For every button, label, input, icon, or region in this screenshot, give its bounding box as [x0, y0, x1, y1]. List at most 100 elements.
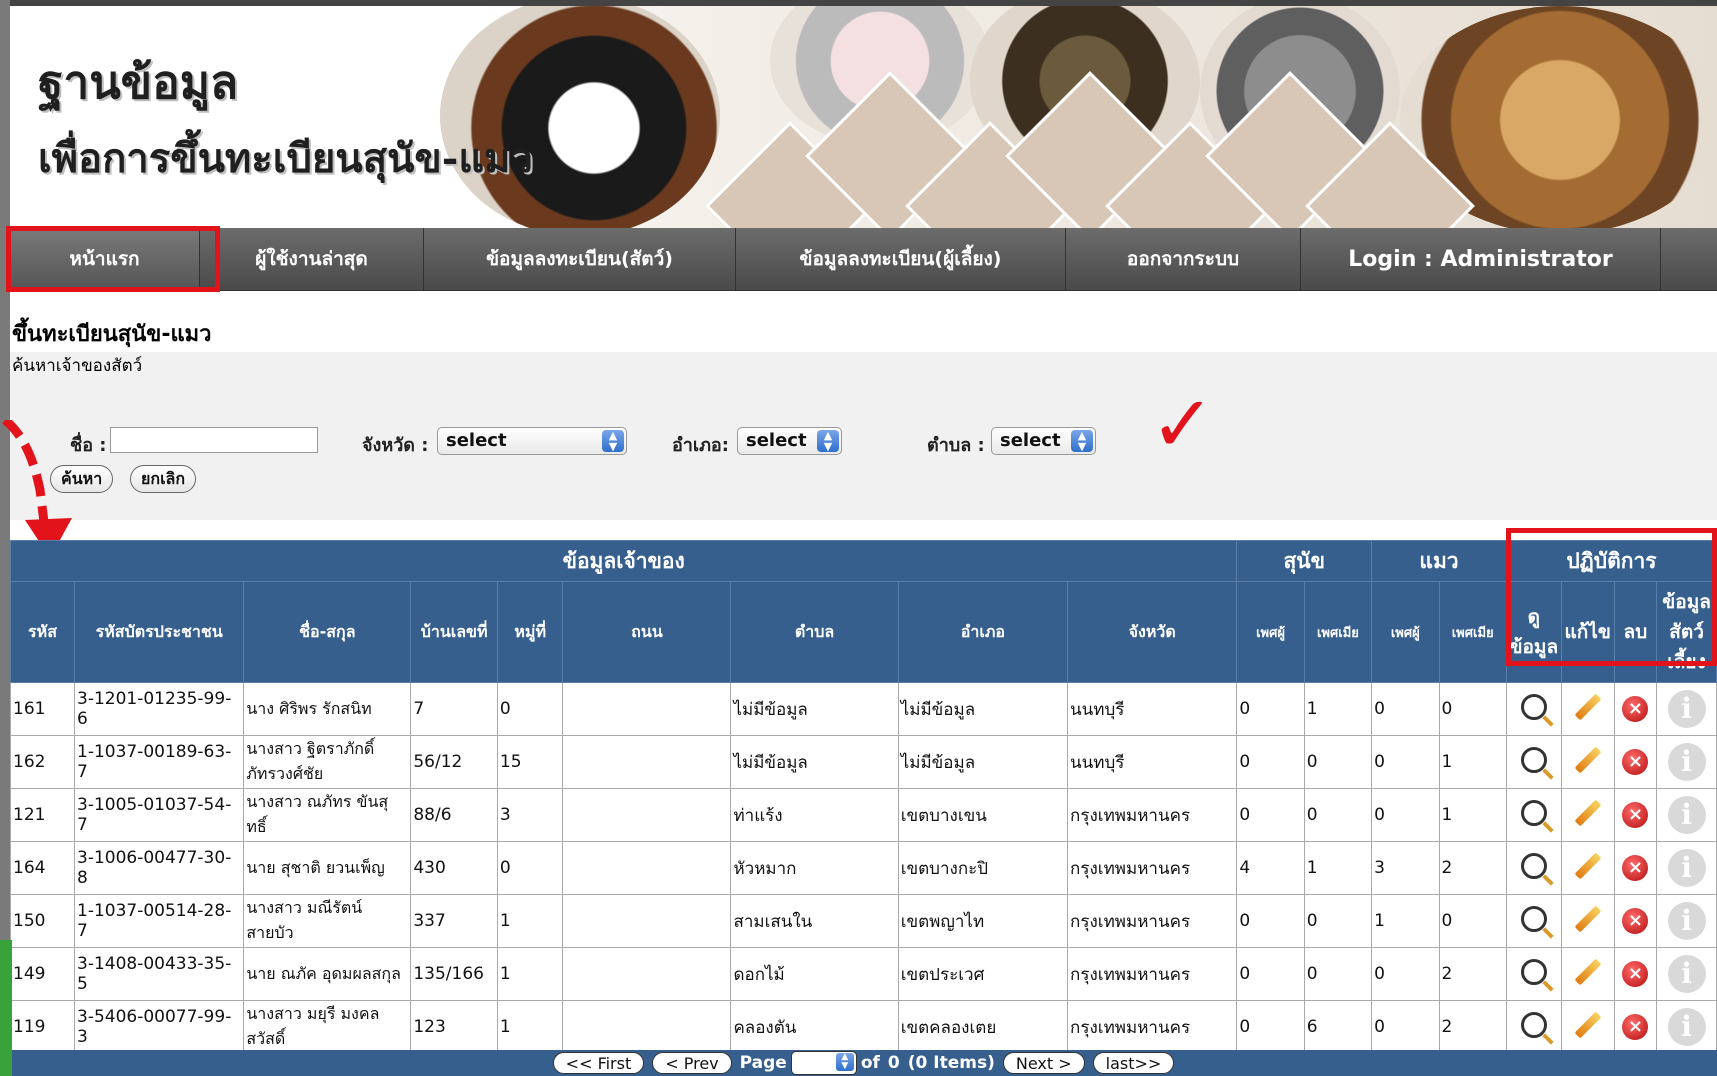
view-button[interactable]: [1505, 947, 1562, 1001]
cell-dog-female: 0: [1303, 735, 1373, 789]
province-select-value: select: [446, 430, 507, 451]
pager-total-pages: 0: [887, 1053, 900, 1073]
subdistrict-select[interactable]: select ▲ ▼: [991, 427, 1096, 455]
table-row: 164 3-1006-00477-30-8 นาย สุชาติ ยวนเพ็ญ 43…: [10, 841, 1717, 895]
magnifier-icon: [1520, 746, 1547, 773]
name-input[interactable]: [110, 427, 318, 453]
cell-province: กรุงเทพมหานคร: [1067, 947, 1238, 1001]
cell-name: นาง ศิริพร รักสนิท: [243, 682, 412, 736]
cell-cat-male: 0: [1371, 788, 1440, 842]
pager-first-button[interactable]: << First: [552, 1052, 645, 1074]
cell-id: 164: [10, 841, 75, 895]
pet-info-button[interactable]: i: [1656, 788, 1717, 842]
cell-moo: 1: [496, 947, 564, 1001]
edit-button[interactable]: [1560, 788, 1615, 842]
cell-district: เขตบางเขน: [897, 788, 1069, 842]
info-icon: i: [1667, 1008, 1706, 1046]
cell-moo: 0: [496, 682, 564, 736]
cell-subdistrict: ท่าแร้ง: [730, 788, 899, 842]
dog-photo: [440, 6, 720, 228]
select-arrows-icon: ▲ ▼: [835, 1053, 854, 1071]
cell-cat-male: 0: [1371, 735, 1440, 789]
subdistrict-select-value: select: [1000, 430, 1061, 451]
view-button[interactable]: [1505, 735, 1562, 789]
pager-page-label: Page: [739, 1053, 787, 1073]
view-button[interactable]: [1505, 894, 1562, 948]
pencil-icon: [1574, 799, 1602, 826]
cell-id: 161: [10, 682, 75, 736]
cell-district: ไม่มีข้อมูล: [897, 682, 1069, 736]
cell-road: [562, 947, 732, 1001]
pencil-icon: [1574, 746, 1602, 773]
delete-icon: ×: [1622, 1014, 1649, 1040]
magnifier-icon: [1520, 905, 1547, 932]
col-name: ชื่อ-สกุล: [243, 581, 412, 683]
nav-logout[interactable]: ออกจากระบบ: [1066, 228, 1301, 290]
delete-button[interactable]: ×: [1613, 841, 1658, 895]
cell-province: กรุงเทพมหานคร: [1067, 1000, 1238, 1054]
view-button[interactable]: [1505, 682, 1562, 736]
table-row: 121 3-1005-01037-54-7 นางสาว ณภัทร ขันสุทธ…: [10, 788, 1717, 842]
cell-dog-male: 0: [1236, 788, 1305, 842]
delete-icon: ×: [1622, 961, 1649, 987]
col-district: อำเภอ: [897, 581, 1069, 683]
owner-info-group-header: ข้อมูลเจ้าของ: [9, 540, 1238, 582]
view-button[interactable]: [1505, 841, 1562, 895]
pet-info-button[interactable]: i: [1656, 947, 1717, 1001]
cell-name: นาย ณภัค อุดมผลสกุล: [243, 947, 412, 1001]
select-arrows-icon: ▲ ▼: [1071, 430, 1093, 452]
cell-citizen-id: 3-1408-00433-35-5: [73, 947, 245, 1001]
pet-info-button[interactable]: i: [1656, 682, 1717, 736]
delete-button[interactable]: ×: [1613, 947, 1658, 1001]
cell-cat-female: 0: [1438, 894, 1507, 948]
pet-info-button[interactable]: i: [1656, 1000, 1717, 1054]
cell-dog-female: 6: [1303, 1000, 1373, 1054]
cell-id: 162: [10, 735, 75, 789]
pet-info-button[interactable]: i: [1656, 894, 1717, 948]
nav-owner-registration[interactable]: ข้อมูลลงทะเบียน(ผู้เลี้ยง): [736, 228, 1066, 290]
edit-button[interactable]: [1560, 947, 1615, 1001]
cell-house-no: 337: [410, 894, 498, 948]
delete-button[interactable]: ×: [1613, 1000, 1658, 1054]
cancel-button[interactable]: ยกเลิก: [130, 465, 197, 493]
district-select[interactable]: select ▲ ▼: [737, 427, 842, 455]
edit-button[interactable]: [1560, 1000, 1615, 1054]
pet-info-button[interactable]: i: [1656, 735, 1717, 789]
pager-last-button[interactable]: last>>: [1092, 1052, 1175, 1074]
delete-button[interactable]: ×: [1613, 735, 1658, 789]
edit-button[interactable]: [1560, 841, 1615, 895]
delete-button[interactable]: ×: [1613, 788, 1658, 842]
cell-cat-female: 2: [1438, 947, 1507, 1001]
col-dog-female: เพศเมีย: [1303, 581, 1373, 683]
pencil-icon: [1574, 905, 1602, 932]
province-select[interactable]: select ▲ ▼: [437, 427, 627, 455]
cell-dog-female: 0: [1303, 788, 1373, 842]
site-title-line2: เพื่อการขึ้นทะเบียนสุนัข-แมว: [38, 135, 533, 182]
pager-next-button[interactable]: Next >: [1002, 1052, 1085, 1074]
cell-id: 150: [10, 894, 75, 948]
view-button[interactable]: [1505, 1000, 1562, 1054]
pencil-icon: [1574, 958, 1602, 985]
pencil-icon: [1574, 852, 1602, 879]
district-label: อำเภอ:: [672, 435, 729, 456]
nav-animal-registration[interactable]: ข้อมูลลงทะเบียน(สัตว์): [424, 228, 736, 290]
edit-button[interactable]: [1560, 735, 1615, 789]
delete-button[interactable]: ×: [1613, 894, 1658, 948]
cell-dog-male: 4: [1236, 841, 1305, 895]
pager-prev-button[interactable]: < Prev: [652, 1052, 732, 1074]
pet-info-button[interactable]: i: [1656, 841, 1717, 895]
col-province: จังหวัด: [1067, 581, 1238, 683]
info-icon: i: [1667, 690, 1706, 728]
cell-road: [562, 841, 732, 895]
cell-province: นนทบุรี: [1067, 682, 1238, 736]
cell-moo: 3: [496, 788, 564, 842]
view-button[interactable]: [1505, 788, 1562, 842]
cell-house-no: 123: [410, 1000, 498, 1054]
delete-button[interactable]: ×: [1613, 682, 1658, 736]
pager-page-select[interactable]: ▲ ▼: [790, 1051, 857, 1075]
info-icon: i: [1667, 955, 1706, 993]
nav-latest-users[interactable]: ผู้ใช้งานล่าสุด: [200, 228, 424, 290]
edit-button[interactable]: [1560, 682, 1615, 736]
edit-button[interactable]: [1560, 894, 1615, 948]
cell-name: นางสาว ณภัทร ขันสุทธิ์: [243, 788, 412, 842]
